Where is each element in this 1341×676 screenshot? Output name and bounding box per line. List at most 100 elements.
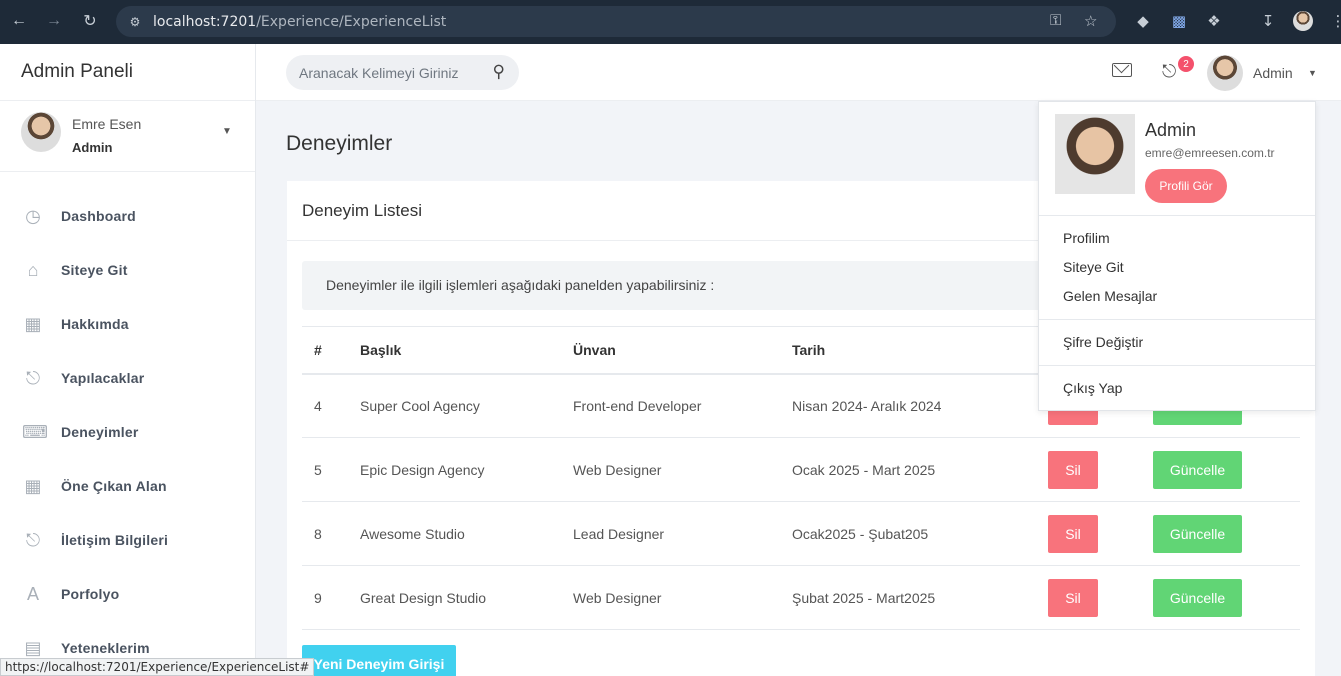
cell-title: Super Cool Agency — [360, 397, 480, 414]
avatar[interactable] — [1207, 55, 1243, 91]
download-icon[interactable]: ↧ — [1258, 11, 1278, 31]
new-experience-button[interactable]: Yeni Deneyim Girişi — [302, 645, 456, 676]
grid-icon: ▦ — [24, 313, 42, 334]
cell-delete: Sil — [1048, 502, 1153, 566]
profile-email: emre@emreesen.com.tr — [1145, 146, 1275, 160]
sidebar-user[interactable]: Emre Esen Admin ▼ — [0, 101, 255, 172]
bell-icon: ⎋ — [25, 529, 41, 550]
profile-dropdown: Admin emre@emreesen.com.tr Profili Gör P… — [1038, 101, 1316, 411]
cell-title: Great Design Studio — [360, 589, 487, 606]
extension-shield-icon[interactable]: ◆ — [1133, 11, 1153, 31]
forward-icon[interactable]: → — [43, 10, 65, 32]
card-title: Deneyim Listesi — [302, 201, 422, 220]
divider — [1039, 365, 1315, 366]
column-header-title: Başlık — [360, 341, 402, 358]
cell-date: Ocak 2025 - Mart 2025 — [792, 461, 936, 478]
dropdown-item-profilim[interactable]: Profilim — [1063, 230, 1110, 246]
extensions-puzzle-icon[interactable]: ❖ — [1204, 11, 1224, 31]
cell-update: Güncelle — [1153, 502, 1300, 566]
update-button[interactable]: Güncelle — [1153, 450, 1242, 489]
search-input[interactable] — [299, 64, 479, 81]
table-row: 5 Epic Design Agency Web Designer Ocak 2… — [302, 438, 1300, 502]
notification-bell-icon[interactable]: ⎋ — [1162, 61, 1176, 82]
search-icon[interactable]: ⚲ — [493, 62, 505, 82]
cell-update: Güncelle — [1153, 438, 1300, 502]
browser-menu-icon[interactable]: ⋮ — [1328, 11, 1341, 31]
update-button[interactable]: Güncelle — [1153, 514, 1242, 553]
url-text: localhost:7201/Experience/ExperienceList — [153, 13, 447, 30]
cell-date: Şubat 2025 - Mart2025 — [792, 589, 936, 606]
cell-id: 8 — [314, 525, 322, 542]
cell-id: 5 — [314, 461, 322, 478]
avatar — [21, 112, 61, 152]
keyboard-icon: ⌨ — [22, 421, 48, 442]
cell-date: Nisan 2024- Aralık 2024 — [792, 397, 942, 414]
update-button[interactable]: Güncelle — [1153, 578, 1242, 617]
sidebar-item-deneyimler[interactable]: ⌨ Deneyimler — [0, 417, 255, 447]
sidebar-item-hakkimda[interactable]: ▦ Hakkımda — [0, 309, 255, 339]
back-icon[interactable]: ← — [8, 10, 30, 32]
cell-position: Web Designer — [573, 589, 662, 606]
cell-id: 9 — [314, 589, 322, 606]
reload-icon[interactable]: ↻ — [79, 10, 101, 32]
browser-toolbar: ← → ↻ ⚙ localhost:7201/Experience/Experi… — [0, 0, 1341, 44]
column-header-position: Ünvan — [573, 341, 616, 358]
table-row: 8 Awesome Studio Lead Designer Ocak2025 … — [302, 502, 1300, 566]
brand-title[interactable]: Admin Paneli — [0, 44, 255, 101]
profile-name: Admin — [1145, 120, 1197, 140]
dropdown-item-siteye-git[interactable]: Siteye Git — [1063, 259, 1124, 275]
home-icon: ⌂ — [27, 259, 39, 280]
cell-position: Front-end Developer — [573, 397, 702, 414]
topbar: ⚲ ⎋ 2 Admin ▼ — [256, 44, 1341, 101]
page-title: Deneyimler — [286, 132, 393, 155]
dashboard-icon: ◷ — [25, 205, 41, 226]
delete-button[interactable]: Sil — [1048, 514, 1098, 553]
key-icon[interactable]: ⚿ — [1050, 12, 1061, 29]
column-header-id: # — [314, 341, 322, 358]
cell-position: Web Designer — [573, 461, 662, 478]
sidebar-item-siteye-git[interactable]: ⌂ Siteye Git — [0, 255, 255, 285]
caret-down-icon[interactable]: ▼ — [1308, 68, 1317, 78]
sidebar-item-dashboard[interactable]: ◷ Dashboard — [0, 201, 255, 231]
user-role: Admin — [72, 140, 113, 155]
divider — [1039, 215, 1315, 216]
chart-icon: ▤ — [24, 637, 42, 658]
dropdown-item-gelen-mesajlar[interactable]: Gelen Mesajlar — [1063, 288, 1157, 304]
letter-a-icon: A — [26, 583, 39, 604]
address-bar[interactable]: ⚙ localhost:7201/Experience/ExperienceLi… — [116, 6, 1116, 37]
user-name: Emre Esen — [72, 116, 142, 132]
info-text: Deneyimler ile ilgili işlemleri aşağıdak… — [326, 277, 715, 293]
divider — [1039, 319, 1315, 320]
grid-icon: ▦ — [24, 475, 42, 496]
search-box: ⚲ — [286, 55, 519, 90]
table-row: 9 Great Design Studio Web Designer Şubat… — [302, 566, 1300, 630]
cell-update: Güncelle — [1153, 566, 1300, 630]
bookmark-star-icon[interactable]: ☆ — [1084, 12, 1097, 30]
delete-button[interactable]: Sil — [1048, 578, 1098, 617]
site-settings-icon[interactable]: ⚙ — [126, 13, 144, 31]
column-header-date: Tarih — [792, 341, 826, 358]
browser-profile-avatar[interactable] — [1293, 11, 1313, 31]
top-user-label[interactable]: Admin — [1253, 65, 1293, 81]
caret-down-icon[interactable]: ▼ — [222, 126, 232, 137]
sidebar-item-porfolyo[interactable]: A Porfolyo — [0, 579, 255, 609]
browser-status-url: https://localhost:7201/Experience/Experi… — [0, 658, 315, 676]
translate-icon[interactable]: ▩ — [1169, 11, 1189, 31]
cell-delete: Sil — [1048, 438, 1153, 502]
cell-date: Ocak2025 - Şubat205 — [792, 525, 929, 542]
dropdown-item-cikis-yap[interactable]: Çıkış Yap — [1063, 380, 1122, 396]
sidebar-item-yapilacaklar[interactable]: ⎋ Yapılacaklar — [0, 363, 255, 393]
view-profile-button[interactable]: Profili Gör — [1145, 169, 1227, 203]
sidebar-item-iletisim-bilgileri[interactable]: ⎋ İletişim Bilgileri — [0, 525, 255, 555]
profile-photo — [1055, 114, 1135, 194]
cell-title: Awesome Studio — [360, 525, 465, 542]
cell-title: Epic Design Agency — [360, 461, 485, 478]
dropdown-item-sifre-degistir[interactable]: Şifre Değiştir — [1063, 334, 1143, 350]
bell-icon: ⎋ — [25, 367, 41, 388]
sidebar-item-one-cikan-alan[interactable]: ▦ Öne Çıkan Alan — [0, 471, 255, 501]
notification-badge: 2 — [1178, 56, 1194, 72]
cell-delete: Sil — [1048, 566, 1153, 630]
delete-button[interactable]: Sil — [1048, 450, 1098, 489]
mail-icon[interactable] — [1112, 63, 1132, 77]
cell-position: Lead Designer — [573, 525, 665, 542]
